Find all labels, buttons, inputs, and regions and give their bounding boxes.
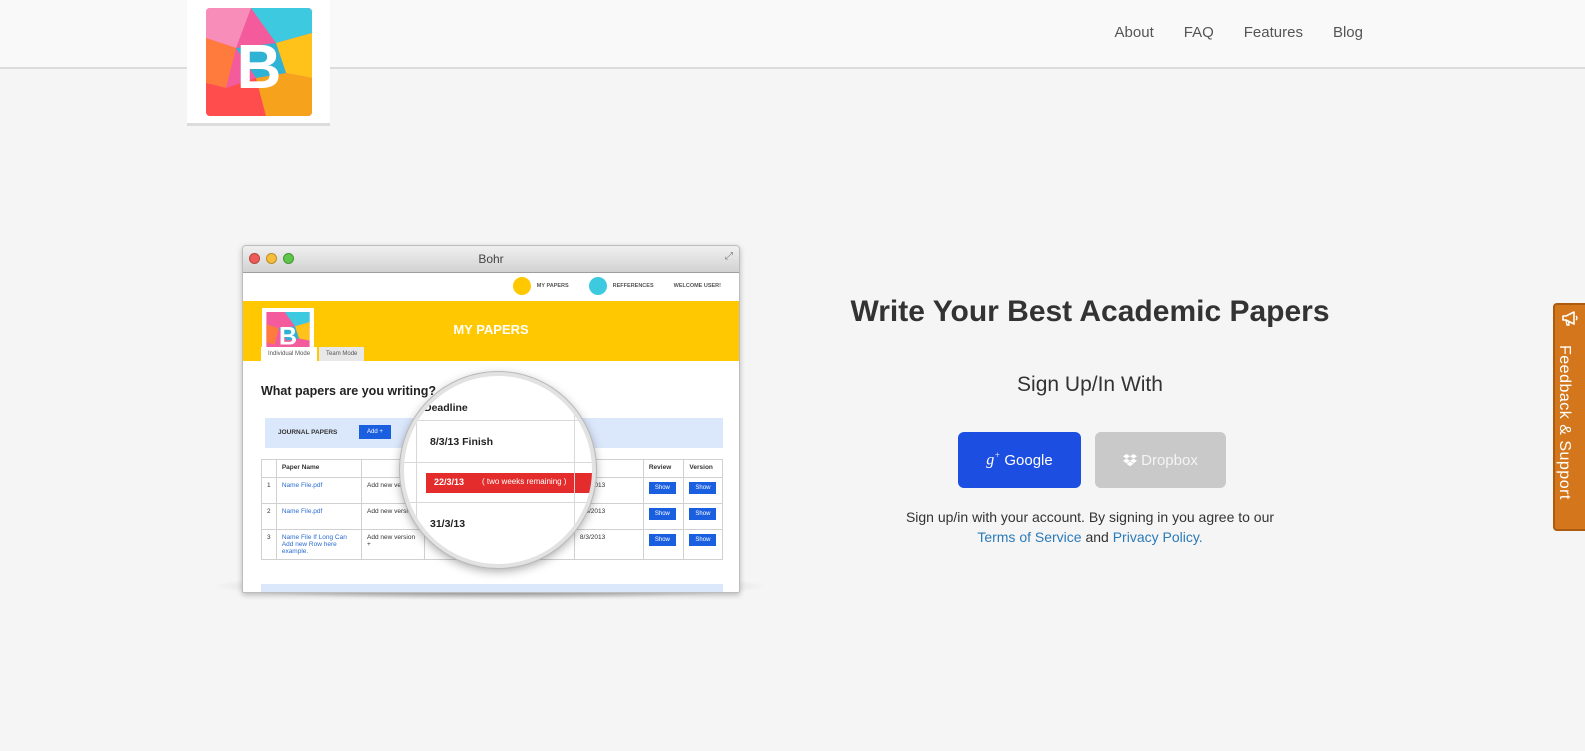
version-show-button: Show <box>689 534 717 546</box>
papers-icon <box>512 277 531 295</box>
feedback-label: Feedback & Support <box>1556 345 1573 500</box>
review-show-button: Show <box>648 508 676 520</box>
row-number: 3 <box>261 529 277 560</box>
row-number: 2 <box>261 503 277 530</box>
google-signin-button[interactable]: g+ Google <box>958 432 1081 488</box>
legal-and-text: and <box>1085 529 1109 545</box>
edit-date: 8/3/2013 <box>573 529 644 560</box>
deadline-row-1: 8/3/13 Finish <box>430 436 494 448</box>
fullscreen-icon: ⤢ <box>725 251 733 262</box>
version-show-button: Show <box>689 482 717 494</box>
mock-banner-title: MY PAPERS <box>453 322 529 337</box>
mock-section-label: JOURNAL PAPERS <box>278 429 338 436</box>
col-header <box>261 459 277 478</box>
privacy-policy-link[interactable]: Privacy Policy. <box>1113 529 1203 545</box>
mock-banner: B MY PAPERS Individual Mode Team Mode <box>243 301 739 361</box>
mock-nav-references: REFFERENCES <box>612 283 654 289</box>
col-header: Review <box>642 459 685 478</box>
deadline-row-3: 31/3/13 <box>430 518 466 530</box>
page-headline: Write Your Best Academic Papers <box>850 295 1330 328</box>
nav-about-link[interactable]: About <box>1115 24 1154 41</box>
mock-tab-team: Team Mode <box>319 347 365 361</box>
row-number: 1 <box>261 477 277 504</box>
google-button-label: Google <box>1004 451 1053 469</box>
deadline-alert: 22/3/13 ( two weeks remaining ) <box>426 473 592 493</box>
legal-text: Sign up/in with your account. By signing… <box>905 509 1275 525</box>
mock-question: What papers are you writing? <box>261 384 437 398</box>
mock-nav-welcome: WELCOME USER! <box>673 283 721 289</box>
nav-blog-link[interactable]: Blog <box>1333 24 1363 41</box>
dropbox-signin-button[interactable]: Dropbox <box>1095 432 1226 488</box>
paper-name-link: Name File.pdf <box>275 477 363 504</box>
references-icon <box>588 277 607 295</box>
signup-subheading: Sign Up/In With <box>1017 373 1163 396</box>
mock-bottom-band <box>261 584 723 592</box>
main-nav: About FAQ Features Blog <box>1115 24 1363 41</box>
paper-name-link: Name File If Long Can Add new Row here e… <box>275 529 363 560</box>
mock-nav-my-papers: MY PAPERS <box>536 283 569 289</box>
mock-tab-individual: Individual Mode <box>261 347 318 361</box>
add-version-text: Add new version + <box>361 529 425 560</box>
nav-features-link[interactable]: Features <box>1244 24 1303 41</box>
dropbox-button-label: Dropbox <box>1141 451 1198 469</box>
review-show-button: Show <box>648 482 676 494</box>
feedback-support-tab[interactable]: Feedback & Support <box>1553 303 1585 531</box>
alert-note: ( two weeks remaining ) <box>482 477 567 486</box>
google-plus-icon: g+ <box>986 450 1001 469</box>
legal-notice: Sign up/in with your account. By signing… <box>860 507 1320 547</box>
site-logo[interactable]: B <box>187 0 330 126</box>
alert-date: 22/3/13 <box>434 477 465 487</box>
megaphone-icon <box>1562 311 1578 326</box>
deadline-header: Deadline <box>424 402 468 414</box>
mock-window-title: Bohr <box>478 252 504 266</box>
terms-of-service-link[interactable]: Terms of Service <box>977 529 1081 545</box>
paper-name-link: Name File.pdf <box>275 503 363 530</box>
nav-faq-link[interactable]: FAQ <box>1184 24 1214 41</box>
col-header: Paper Name <box>275 459 363 478</box>
dropbox-icon <box>1123 453 1138 466</box>
mock-window-titlebar: Bohr ⤢ <box>243 246 739 273</box>
svg-text:B: B <box>237 33 282 102</box>
review-show-button: Show <box>648 534 676 546</box>
mock-add-button: Add + <box>359 425 391 439</box>
magnifier-lens: Deadline 8/3/13 Finish 22/3/13 ( two wee… <box>400 372 596 568</box>
version-show-button: Show <box>689 508 717 520</box>
bohr-logo-icon: B <box>206 8 312 116</box>
mock-app-header: MY PAPERS REFFERENCES WELCOME USER! <box>243 273 739 301</box>
col-header: Version <box>683 459 723 478</box>
